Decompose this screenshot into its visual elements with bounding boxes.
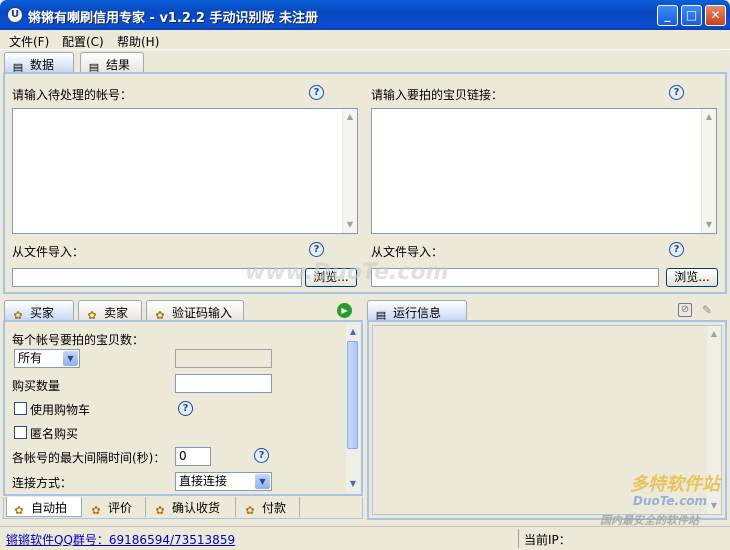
- no-log-icon[interactable]: ⊘: [678, 303, 692, 317]
- tab-seller-label: 卖家: [104, 306, 129, 320]
- items-per-account-label: 每个帐号要拍的宝贝数：: [12, 333, 145, 347]
- eraser-icon[interactable]: ✎: [700, 303, 714, 317]
- gears-icon: ✿: [91, 504, 101, 517]
- menu-help[interactable]: 帮助(H): [117, 33, 159, 50]
- status-bar: 锵锵软件QQ群号：69186594/73513859 当前IP：: [0, 526, 730, 550]
- menu-config[interactable]: 配置(C): [62, 33, 104, 50]
- tab-captcha-label: 验证码输入: [172, 306, 233, 320]
- scrollbar[interactable]: ▲ ▼: [701, 109, 716, 233]
- browse-links-button[interactable]: 浏览...: [666, 268, 718, 287]
- help-icon[interactable]: ?: [309, 242, 324, 257]
- help-icon[interactable]: ?: [178, 401, 193, 416]
- help-icon[interactable]: ?: [669, 85, 684, 100]
- watermark-logo-cn: 多特软件站: [630, 474, 720, 495]
- quantity-label: 购买数量: [12, 379, 61, 393]
- scroll-up-icon[interactable]: ▲: [709, 329, 719, 339]
- buyer-panel: 每个帐号要拍的宝贝数： 所有 ▼ 购买数量 使用购物车 ? 匿名购买 各帐号的最…: [3, 320, 363, 496]
- connection-select-value: 直接连接: [179, 474, 228, 488]
- accounts-label: 请输入待处理的帐号：: [12, 88, 133, 102]
- chevron-down-icon[interactable]: ▼: [63, 351, 78, 366]
- tab-payment[interactable]: ✿ 付款: [238, 497, 300, 517]
- tab-data-label: 数据: [30, 58, 55, 72]
- import-links-label: 从文件导入：: [371, 245, 444, 259]
- quantity-input[interactable]: [175, 374, 272, 393]
- import-accounts-label: 从文件导入：: [12, 245, 85, 259]
- scroll-up-icon[interactable]: ▲: [348, 327, 358, 337]
- accounts-textarea[interactable]: ▲ ▼: [12, 108, 358, 234]
- anonymous-checkbox[interactable]: [14, 426, 27, 439]
- watermark-center: www.DuoTe.com: [245, 260, 449, 285]
- tab-results[interactable]: ▤ 结果: [80, 52, 144, 74]
- scroll-down-icon[interactable]: ▼: [709, 501, 719, 511]
- use-cart-checkbox[interactable]: [14, 402, 27, 415]
- scroll-up-icon[interactable]: ▲: [345, 112, 355, 122]
- connection-label: 连接方式：: [12, 476, 73, 490]
- max-interval-input[interactable]: 0: [175, 447, 211, 466]
- tab-results-label: 结果: [106, 58, 131, 72]
- title-bar[interactable]: U 锵锵有喇刷信用专家 - v1.2.2 手动识别版 未注册 _ □ ✕: [0, 0, 730, 30]
- items-per-account-select[interactable]: 所有 ▼: [14, 349, 80, 368]
- tab-review[interactable]: ✿ 评价: [84, 497, 146, 517]
- links-textarea[interactable]: ▲ ▼: [371, 108, 717, 234]
- tab-data[interactable]: ▤ 数据: [4, 52, 74, 74]
- current-ip-label: 当前IP：: [524, 533, 571, 547]
- anonymous-label: 匿名购买: [30, 427, 79, 441]
- tab-buyer[interactable]: ✿ 买家: [4, 300, 74, 322]
- gears-icon: ✿: [14, 504, 24, 517]
- scroll-thumb[interactable]: [347, 341, 358, 449]
- menu-bar: 文件(F) 配置(C) 帮助(H): [0, 30, 730, 50]
- status-divider: [518, 529, 519, 548]
- maximize-button[interactable]: □: [681, 5, 702, 26]
- run-info-tab[interactable]: ▤ 运行信息: [367, 300, 467, 322]
- tab-seller[interactable]: ✿ 卖家: [78, 300, 142, 322]
- window-title: 锵锵有喇刷信用专家 - v1.2.2 手动识别版 未注册: [28, 11, 318, 26]
- help-icon[interactable]: ?: [669, 242, 684, 257]
- gears-icon: ✿: [155, 504, 165, 517]
- minimize-button[interactable]: _: [657, 5, 678, 26]
- tab-review-label: 评价: [108, 501, 133, 515]
- connection-select[interactable]: 直接连接 ▼: [175, 472, 272, 491]
- watermark-logo-en: DuoTe.com: [633, 494, 707, 508]
- tab-auto-buy[interactable]: ✿ 自动拍: [6, 497, 82, 517]
- app-icon: U: [7, 7, 23, 23]
- tab-payment-label: 付款: [262, 501, 287, 515]
- run-info-title: 运行信息: [393, 306, 442, 320]
- scroll-down-icon[interactable]: ▼: [704, 220, 714, 230]
- max-interval-label: 各帐号的最大间隔时间(秒)：: [12, 451, 166, 465]
- tab-auto-buy-label: 自动拍: [31, 501, 68, 515]
- help-icon[interactable]: ?: [309, 85, 324, 100]
- use-cart-label: 使用购物车: [30, 403, 91, 417]
- tab-captcha[interactable]: ✿ 验证码输入: [146, 300, 244, 322]
- scroll-down-icon[interactable]: ▼: [348, 479, 358, 489]
- items-select-value: 所有: [18, 351, 43, 365]
- tab-confirm-receipt[interactable]: ✿ 确认收货: [148, 497, 236, 517]
- play-icon[interactable]: ▶: [337, 303, 352, 318]
- scroll-down-icon[interactable]: ▼: [345, 220, 355, 230]
- links-label: 请输入要拍的宝贝链接：: [371, 88, 504, 102]
- close-button[interactable]: ✕: [705, 5, 726, 26]
- tab-buyer-label: 买家: [30, 306, 55, 320]
- help-icon[interactable]: ?: [254, 448, 269, 463]
- items-count-input: [175, 349, 272, 368]
- chevron-down-icon[interactable]: ▼: [255, 474, 270, 489]
- scrollbar[interactable]: ▲ ▼: [342, 109, 357, 233]
- qq-group-link[interactable]: 锵锵软件QQ群号：69186594/73513859: [6, 531, 235, 548]
- scroll-up-icon[interactable]: ▲: [704, 112, 714, 122]
- bottom-tab-strip: ✿ 自动拍 ✿ 评价 ✿ 确认收货 ✿ 付款: [3, 497, 363, 519]
- tab-confirm-receipt-label: 确认收货: [172, 501, 221, 515]
- scrollbar[interactable]: ▲ ▼: [345, 325, 360, 491]
- gears-icon: ✿: [245, 504, 255, 517]
- menu-file[interactable]: 文件(F): [9, 33, 49, 50]
